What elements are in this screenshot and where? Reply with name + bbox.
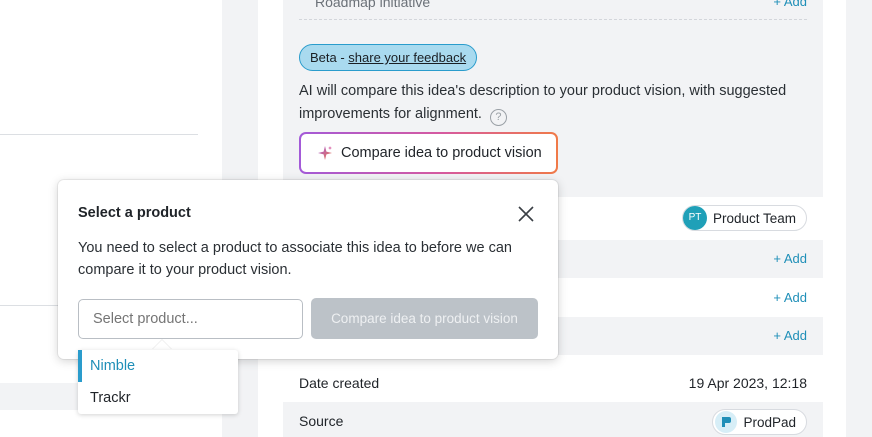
modal-compare-button[interactable]: Compare idea to product vision [311, 298, 538, 339]
product-team-chip[interactable]: PT Product Team [681, 205, 807, 231]
compare-idea-to-vision-button[interactable]: Compare idea to product vision [299, 132, 558, 174]
sparkle-icon [318, 146, 332, 160]
dropdown-caret [152, 340, 172, 350]
help-icon[interactable]: ? [489, 109, 507, 126]
share-feedback-link[interactable]: share your feedback [348, 50, 466, 65]
add-roadmap-initiative-link[interactable]: + Add [773, 0, 807, 9]
roadmap-initiative-label: Roadmap initiative [315, 0, 431, 10]
product-select-input[interactable] [78, 299, 303, 339]
dropdown-option-nimble[interactable]: Nimble [78, 350, 238, 382]
detail-row-date-created: Date created 19 Apr 2023, 12:18 [283, 364, 823, 402]
compare-button-inner: Compare idea to product vision [301, 134, 556, 172]
prodpad-logo-icon [715, 411, 738, 433]
detail-row-source: Source ProdPad [283, 402, 823, 437]
app-stage: Roadmap initiative + Add Beta - share yo… [0, 0, 872, 437]
close-icon[interactable] [514, 202, 538, 226]
source-value: ProdPad [743, 414, 796, 430]
dropdown-option-trackr[interactable]: Trackr [78, 382, 238, 414]
modal-title: Select a product [78, 205, 191, 221]
product-team-label: Product Team [712, 210, 796, 226]
ai-description-text: AI will compare this idea's description … [299, 83, 787, 122]
product-dropdown: Nimble Trackr [78, 350, 238, 414]
avatar: PT [682, 206, 707, 230]
compare-button-label: Compare idea to product vision [341, 145, 542, 161]
select-product-modal: Select a product You need to select a pr… [58, 180, 558, 359]
add-link[interactable]: + Add [773, 290, 807, 305]
left-divider [0, 134, 198, 135]
right-edge [846, 0, 872, 437]
ai-description: AI will compare this idea's description … [299, 80, 809, 126]
source-label: Source [299, 413, 344, 429]
beta-badge: Beta - share your feedback [299, 44, 478, 71]
date-created-label: Date created [299, 375, 380, 391]
add-link[interactable]: + Add [773, 251, 807, 266]
date-created-value: 19 Apr 2023, 12:18 [688, 375, 807, 391]
beta-label: Beta - [310, 50, 349, 65]
add-link[interactable]: + Add [773, 328, 807, 343]
source-chip: ProdPad [712, 409, 807, 435]
roadmap-initiative-row: Roadmap initiative + Add [299, 0, 807, 20]
modal-body-text: You need to select a product to associat… [78, 240, 512, 278]
